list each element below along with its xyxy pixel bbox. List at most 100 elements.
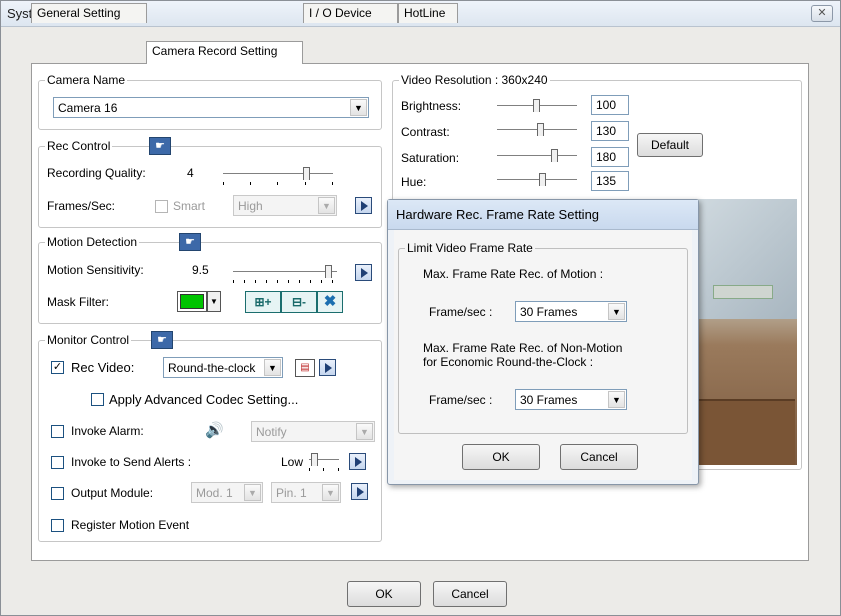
close-button[interactable]: ✕ xyxy=(811,5,833,22)
send-alerts-label: Invoke to Send Alerts : xyxy=(71,455,192,469)
motion-fps-value: 30 Frames xyxy=(520,305,578,319)
contrast-label: Contrast: xyxy=(401,125,450,139)
add-mask-region-icon[interactable]: ⊞+ xyxy=(245,291,281,313)
ok-button[interactable]: OK xyxy=(347,581,421,607)
chevron-down-icon: ▼ xyxy=(356,423,373,440)
rec-video-value: Round-the-clock xyxy=(168,361,256,375)
camera-name-legend: Camera Name xyxy=(45,73,128,87)
speaker-icon: 🔊 xyxy=(205,422,224,439)
brightness-slider[interactable] xyxy=(497,97,577,117)
invoke-alarm-label: Invoke Alarm: xyxy=(71,424,144,438)
chevron-down-icon: ▼ xyxy=(608,303,625,320)
default-button[interactable]: Default xyxy=(637,133,703,157)
slider-tick xyxy=(255,280,256,283)
slider-tick xyxy=(288,280,289,283)
limit-frame-rate-group: Limit Video Frame Rate Max. Frame Rate R… xyxy=(398,241,688,434)
camera-name-select[interactable]: Camera 16 ▼ xyxy=(53,97,369,118)
rec-video-checkbox[interactable]: ✓ xyxy=(51,361,64,374)
tab-camera-record-setting[interactable]: Camera Record Setting xyxy=(146,41,303,64)
advanced-codec-label[interactable]: Apply Advanced Codec Setting... xyxy=(109,392,298,407)
camera-name-value: Camera 16 xyxy=(58,101,118,115)
send-alerts-checkbox[interactable] xyxy=(51,456,64,469)
dialog-cancel-button[interactable]: Cancel xyxy=(560,444,638,470)
slider-track xyxy=(223,173,333,175)
play-arrow-icon[interactable] xyxy=(319,359,336,376)
output-module-checkbox[interactable] xyxy=(51,487,64,500)
register-motion-checkbox[interactable] xyxy=(51,519,64,532)
preview-sign xyxy=(713,285,773,299)
module-select-value: Mod. 1 xyxy=(196,486,233,500)
play-arrow-icon[interactable] xyxy=(355,264,372,281)
motion-sensitivity-label: Motion Sensitivity: xyxy=(47,263,144,277)
slider-tick xyxy=(332,182,333,185)
slider-tick xyxy=(223,182,224,185)
saturation-label: Saturation: xyxy=(401,151,460,165)
slider-thumb[interactable] xyxy=(533,99,540,112)
fps-select[interactable]: High ▼ xyxy=(233,195,337,216)
slider-thumb[interactable] xyxy=(539,173,546,186)
slider-tick xyxy=(277,280,278,283)
tab-general-setting[interactable]: General Setting xyxy=(31,3,147,23)
chevron-down-icon: ▼ xyxy=(322,484,339,501)
play-arrow-icon[interactable] xyxy=(351,483,368,500)
alarm-select-value: Notify xyxy=(256,425,287,439)
clear-mask-icon[interactable]: ✖ xyxy=(317,291,343,313)
saturation-slider[interactable] xyxy=(497,147,577,167)
play-arrow-icon[interactable] xyxy=(349,453,366,470)
invoke-alarm-checkbox[interactable] xyxy=(51,425,64,438)
mask-color-swatch xyxy=(180,294,204,309)
slider-thumb[interactable] xyxy=(303,167,310,180)
chevron-down-icon: ▼ xyxy=(244,484,261,501)
register-motion-label: Register Motion Event xyxy=(71,518,190,532)
hue-input[interactable]: 135 xyxy=(591,171,629,191)
hand-pointer-icon[interactable]: ☛ xyxy=(149,137,171,155)
video-resolution-legend: Video Resolution : 360x240 xyxy=(399,73,550,87)
chevron-down-icon: ▼ xyxy=(318,197,335,214)
tab-hotline[interactable]: HotLine xyxy=(398,3,458,23)
smart-checkbox[interactable] xyxy=(155,200,168,213)
play-arrow-icon[interactable] xyxy=(355,197,372,214)
module-select[interactable]: Mod. 1 ▼ xyxy=(191,482,263,503)
chevron-down-icon: ▼ xyxy=(350,99,367,116)
advanced-codec-checkbox[interactable] xyxy=(91,393,104,406)
alerts-level-slider[interactable] xyxy=(309,451,339,471)
hue-slider[interactable] xyxy=(497,171,577,191)
slider-tick xyxy=(310,280,311,283)
pin-select[interactable]: Pin. 1 ▼ xyxy=(271,482,341,503)
contrast-slider[interactable] xyxy=(497,121,577,141)
saturation-input[interactable]: 180 xyxy=(591,147,629,167)
cancel-button[interactable]: Cancel xyxy=(433,581,507,607)
slider-tick xyxy=(338,468,339,471)
rec-video-select[interactable]: Round-the-clock ▼ xyxy=(163,357,283,378)
recording-quality-label: Recording Quality: xyxy=(47,166,146,180)
slider-thumb[interactable] xyxy=(537,123,544,136)
frames-per-sec-label: Frames/Sec: xyxy=(47,199,116,213)
contrast-input[interactable]: 130 xyxy=(591,121,629,141)
slider-thumb[interactable] xyxy=(311,453,318,466)
motion-detection-group: Motion Detection ☛ Motion Sensitivity: 9… xyxy=(38,233,382,324)
hand-pointer-icon[interactable]: ☛ xyxy=(179,233,201,251)
nonmotion-rate-label-line1: Max. Frame Rate Rec. of Non-Motion xyxy=(423,341,623,355)
nonmotion-fps-select[interactable]: 30 Frames ▼ xyxy=(515,389,627,410)
brightness-label: Brightness: xyxy=(401,99,462,113)
preview-window-area xyxy=(695,199,797,319)
slider-tick xyxy=(244,280,245,283)
brightness-input[interactable]: 100 xyxy=(591,95,629,115)
remove-mask-region-icon[interactable]: ⊟- xyxy=(281,291,317,313)
hand-pointer-icon[interactable]: ☛ xyxy=(151,331,173,349)
slider-tick xyxy=(250,182,251,185)
chevron-down-icon[interactable]: ▼ xyxy=(207,291,221,312)
dialog-ok-button[interactable]: OK xyxy=(462,444,540,470)
mask-color-picker[interactable] xyxy=(177,291,207,312)
tab-io-device[interactable]: I / O Device xyxy=(303,3,398,23)
motion-sensitivity-slider[interactable] xyxy=(233,263,337,283)
slider-tick xyxy=(299,280,300,283)
slider-thumb[interactable] xyxy=(551,149,558,162)
alarm-select[interactable]: Notify ▼ xyxy=(251,421,375,442)
motion-fps-select[interactable]: 30 Frames ▼ xyxy=(515,301,627,322)
motion-detection-legend: Motion Detection xyxy=(45,235,140,249)
recording-quality-slider[interactable] xyxy=(223,165,333,185)
schedule-icon[interactable]: ▤ xyxy=(295,359,315,377)
chevron-down-icon: ▼ xyxy=(608,391,625,408)
slider-thumb[interactable] xyxy=(325,265,332,278)
